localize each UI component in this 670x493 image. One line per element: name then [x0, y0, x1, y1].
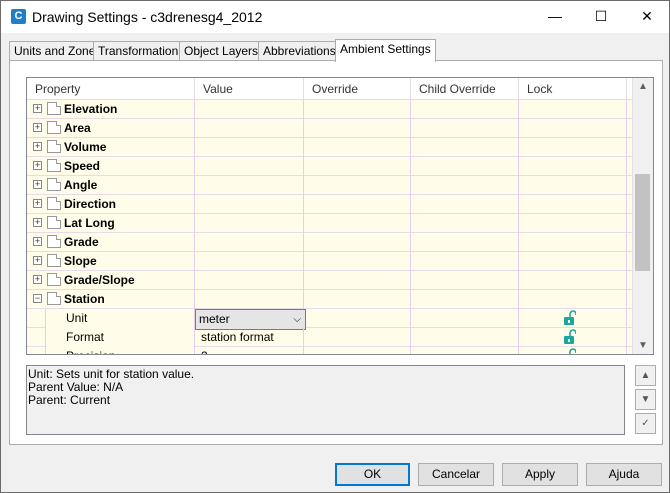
category-row[interactable]: + Elevation — [27, 100, 632, 119]
property-label: Precision — [66, 347, 115, 354]
unlocked-lock-icon[interactable] — [564, 348, 576, 355]
category-folder-icon — [47, 197, 61, 210]
category-row[interactable]: + Grade/Slope — [27, 271, 632, 290]
move-down-button[interactable]: ▼ — [635, 389, 656, 410]
category-folder-icon — [47, 140, 61, 153]
property-value[interactable]: station format — [195, 328, 304, 347]
checkmark-icon: ✓ — [641, 418, 650, 429]
category-folder-icon — [47, 121, 61, 134]
property-row-unit[interactable]: Unit meter ⌵ — [27, 309, 632, 330]
property-row-precision[interactable]: Precision 2 — [27, 347, 632, 355]
tab-object-layers[interactable]: Object Layers — [179, 41, 264, 61]
property-description-box: Unit: Sets unit for station value. Paren… — [26, 365, 625, 435]
expand-icon[interactable]: + — [33, 218, 42, 227]
category-row[interactable]: + Angle — [27, 176, 632, 195]
column-header-property[interactable]: Property — [27, 78, 195, 100]
category-label: Station — [64, 292, 105, 306]
category-label: Grade/Slope — [64, 273, 135, 287]
apply-button[interactable]: Apply — [502, 463, 578, 486]
cancel-button[interactable]: Cancelar — [418, 463, 494, 486]
minimize-button[interactable]: — — [532, 1, 578, 33]
window-title: Drawing Settings - c3drenesg4_2012 — [32, 9, 263, 25]
category-row[interactable]: + Volume — [27, 138, 632, 157]
property-grid: Property Value Override Child Override L… — [26, 77, 654, 355]
column-header-value[interactable]: Value — [195, 78, 304, 100]
tab-transformation[interactable]: Transformation — [93, 41, 184, 61]
category-label: Grade — [64, 235, 99, 249]
category-label: Slope — [64, 254, 97, 268]
unlocked-lock-icon[interactable] — [564, 329, 576, 344]
category-folder-icon — [47, 159, 61, 172]
category-folder-icon — [47, 102, 61, 115]
category-label: Lat Long — [64, 216, 115, 230]
chevron-down-icon: ⌵ — [293, 314, 301, 325]
grid-header: Property Value Override Child Override L… — [27, 78, 632, 100]
category-label: Volume — [64, 140, 107, 154]
category-row[interactable]: + Grade — [27, 233, 632, 252]
category-folder-icon — [47, 178, 61, 191]
property-label: Format — [66, 330, 105, 344]
category-label: Area — [64, 121, 91, 135]
tab-abbreviations[interactable]: Abbreviations — [258, 41, 341, 61]
arrow-up-icon: ▲ — [640, 370, 651, 381]
maximize-button[interactable]: ☐ — [578, 1, 624, 33]
unit-dropdown[interactable]: meter ⌵ — [195, 309, 306, 330]
move-up-button[interactable]: ▲ — [635, 365, 656, 386]
ambient-settings-panel: Property Value Override Child Override L… — [9, 60, 663, 445]
civil3d-app-icon: C — [11, 9, 26, 24]
column-header-child-override[interactable]: Child Override — [411, 78, 519, 100]
column-header-lock[interactable]: Lock — [519, 78, 627, 100]
collapse-icon[interactable]: − — [33, 294, 42, 303]
category-row[interactable]: + Lat Long — [27, 214, 632, 233]
category-row[interactable]: + Direction — [27, 195, 632, 214]
property-row-format[interactable]: Format station format — [27, 328, 632, 347]
vertical-scrollbar[interactable]: ▲ ▼ — [632, 78, 653, 354]
expand-icon[interactable]: + — [33, 237, 42, 246]
expand-icon[interactable]: + — [33, 275, 42, 284]
title-bar[interactable]: C Drawing Settings - c3drenesg4_2012 — ☐… — [1, 1, 669, 33]
check-button[interactable]: ✓ — [635, 413, 656, 434]
expand-icon[interactable]: + — [33, 199, 42, 208]
description-line: Parent Value: N/A — [28, 380, 124, 394]
arrow-down-icon: ▼ — [640, 394, 651, 405]
expand-icon[interactable]: + — [33, 123, 42, 132]
column-header-override[interactable]: Override — [304, 78, 411, 100]
category-label: Elevation — [64, 102, 118, 116]
category-folder-icon — [47, 273, 61, 286]
category-row[interactable]: + Speed — [27, 157, 632, 176]
scroll-down-arrow-icon[interactable]: ▼ — [633, 337, 653, 354]
category-row[interactable]: − Station — [27, 290, 632, 309]
expand-icon[interactable]: + — [33, 104, 42, 113]
description-line: Parent: Current — [28, 393, 111, 407]
unlocked-lock-icon[interactable] — [564, 310, 576, 325]
property-value[interactable]: 2 — [195, 347, 304, 354]
category-folder-icon — [47, 235, 61, 248]
category-folder-icon — [47, 292, 61, 305]
expand-icon[interactable]: + — [33, 256, 42, 265]
close-button[interactable]: ✕ — [624, 1, 670, 33]
tab-ambient-settings[interactable]: Ambient Settings — [335, 39, 436, 62]
unit-dropdown-value: meter — [199, 312, 230, 326]
category-folder-icon — [47, 254, 61, 267]
category-label: Direction — [64, 197, 117, 211]
category-label: Speed — [64, 159, 101, 173]
category-row[interactable]: + Slope — [27, 252, 632, 271]
category-label: Angle — [64, 178, 98, 192]
ok-button[interactable]: OK — [335, 463, 410, 486]
expand-icon[interactable]: + — [33, 180, 42, 189]
scrollbar-thumb[interactable] — [635, 174, 650, 271]
scroll-up-arrow-icon[interactable]: ▲ — [633, 78, 653, 95]
help-button[interactable]: Ajuda — [586, 463, 662, 486]
category-row[interactable]: + Area — [27, 119, 632, 138]
expand-icon[interactable]: + — [33, 161, 42, 170]
tab-units-and-zone[interactable]: Units and Zone — [9, 41, 101, 61]
drawing-settings-dialog: C Drawing Settings - c3drenesg4_2012 — ☐… — [0, 0, 670, 493]
expand-icon[interactable]: + — [33, 142, 42, 151]
property-label: Unit — [66, 311, 88, 325]
category-folder-icon — [47, 216, 61, 229]
